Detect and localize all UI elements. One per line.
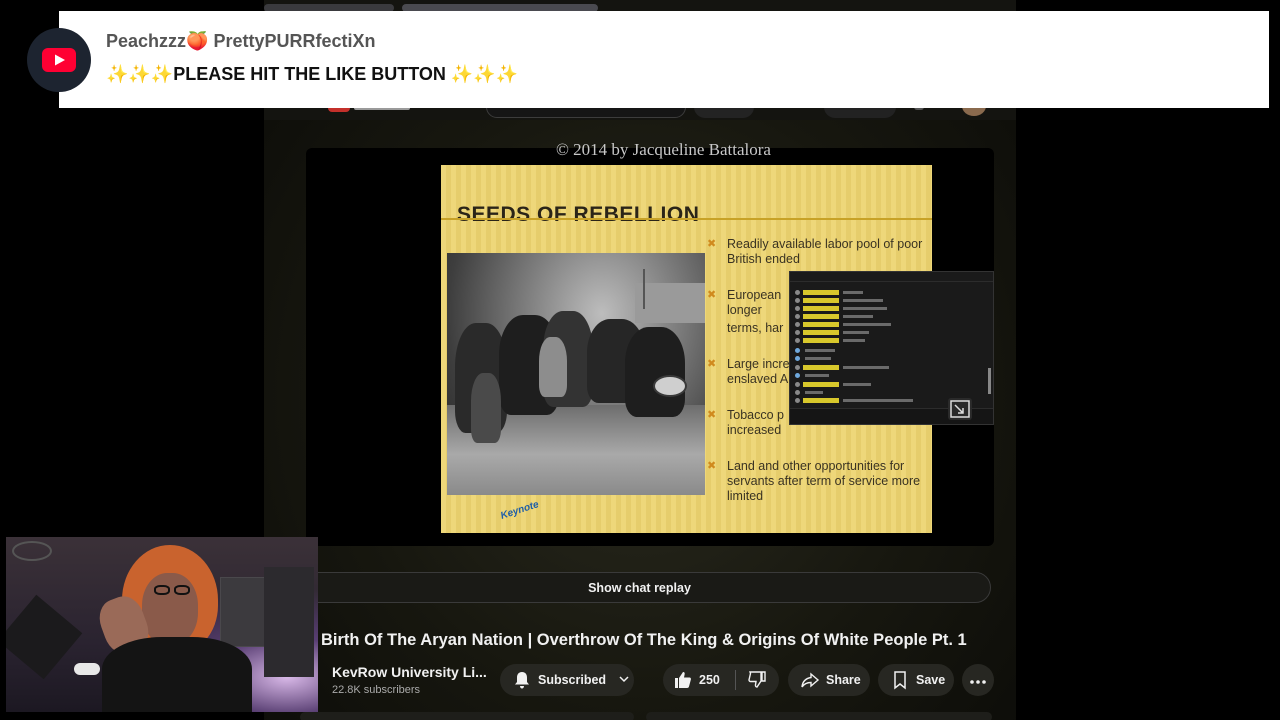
stream-scene: © 2014 by Jacqueline Battalora SEEDS OF … — [0, 0, 1280, 720]
recommended-card[interactable] — [646, 712, 992, 720]
like-button[interactable]: 250 — [663, 664, 735, 696]
share-button[interactable]: Share — [788, 664, 870, 696]
slide-bullet: ✖ Land and other opportunities for serva… — [707, 459, 921, 503]
share-arrow-icon — [800, 670, 820, 690]
notification-username: Peachzzz🍑 PrettyPURRfectiXn — [106, 31, 376, 51]
expand-icon[interactable] — [948, 398, 972, 420]
share-label: Share — [826, 673, 861, 687]
slide-title: SEEDS OF REBELLION — [457, 203, 700, 226]
chat-scrollbar[interactable] — [988, 368, 991, 394]
show-chat-replay-button[interactable]: Show chat replay — [288, 572, 991, 603]
youtube-logo-icon — [27, 28, 91, 92]
save-button[interactable]: Save — [878, 664, 954, 696]
historical-painting — [447, 253, 705, 495]
more-actions-button[interactable] — [962, 664, 994, 696]
slide-divider — [441, 218, 932, 220]
slide-bullet: ✖ Readily available labor pool of poor B… — [707, 237, 923, 266]
channel-name[interactable]: KevRow University Li... — [332, 664, 487, 680]
bookmark-icon — [890, 670, 910, 690]
dislike-button[interactable] — [736, 664, 778, 696]
video-title: Birth Of The Aryan Nation | Overthrow Of… — [321, 631, 967, 649]
like-dislike-group: 250 — [663, 664, 779, 696]
more-horizontal-icon — [970, 673, 986, 687]
subscriber-count: 22.8K subscribers — [332, 684, 421, 696]
webcam-feed — [6, 537, 318, 712]
slide-copyright: © 2014 by Jacqueline Battalora — [556, 140, 771, 159]
bell-icon — [512, 670, 532, 690]
description-card[interactable] — [300, 712, 634, 720]
thumbs-up-icon — [673, 670, 693, 690]
subscribe-label: Subscribed — [538, 673, 607, 687]
thumbs-down-icon — [747, 669, 767, 692]
chevron-down-icon — [618, 673, 630, 688]
subscribe-button[interactable]: Subscribed — [500, 664, 634, 696]
notification-message: ✨✨✨PLEASE HIT THE LIKE BUTTON ✨✨✨ — [106, 64, 519, 84]
chat-header — [790, 272, 993, 282]
like-count: 250 — [699, 673, 720, 687]
save-label: Save — [916, 673, 946, 687]
stream-notification-banner: Peachzzz🍑 PrettyPURRfectiXn ✨✨✨PLEASE HI… — [59, 11, 1269, 108]
